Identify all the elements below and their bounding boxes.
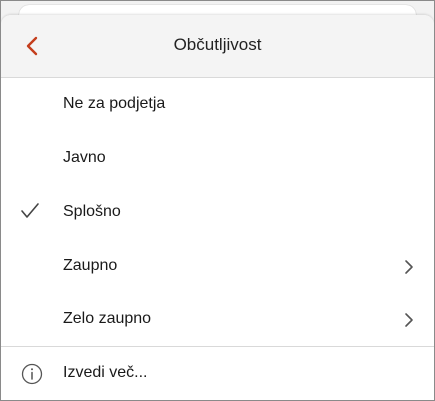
chevron-right-icon	[405, 260, 413, 274]
menu-item-label: Ne za podjetja	[63, 95, 166, 112]
header-bar: Občutljivost	[1, 15, 434, 78]
chevron-right-icon	[405, 313, 413, 327]
divider	[1, 346, 434, 347]
menu-item-splosno[interactable]: Splošno	[1, 187, 434, 240]
menu-item-ne-za-podjetja[interactable]: Ne za podjetja	[1, 79, 434, 132]
menu-item-label: Javno	[63, 149, 106, 166]
info-icon	[21, 363, 43, 385]
page-title: Občutljivost	[173, 35, 262, 54]
menu-item-javno[interactable]: Javno	[1, 133, 434, 186]
learn-more-link[interactable]: Izvedi več...	[1, 348, 434, 400]
menu-item-zelo-zaupno[interactable]: Zelo zaupno	[1, 294, 434, 347]
sensitivity-sheet: Občutljivost Ne za podjetja Javno Splošn…	[1, 15, 434, 400]
learn-more-label: Izvedi več...	[63, 364, 148, 381]
menu-item-label: Zelo zaupno	[63, 310, 152, 327]
menu-item-zaupno[interactable]: Zaupno	[1, 241, 434, 294]
menu-item-label: Zaupno	[63, 257, 118, 274]
sensitivity-panel: Občutljivost Ne za podjetja Javno Splošn…	[0, 0, 435, 401]
menu-item-label: Splošno	[63, 203, 121, 220]
checkmark-icon	[21, 203, 39, 218]
